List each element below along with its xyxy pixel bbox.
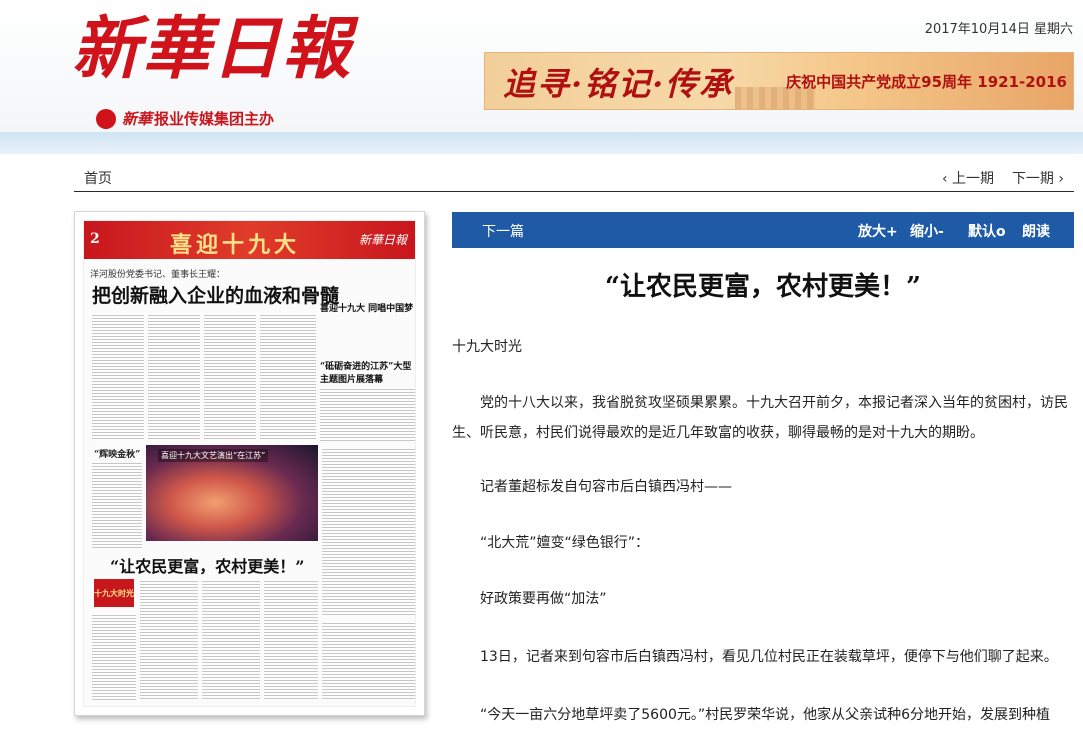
page-logo: 新華日報 (358, 233, 407, 247)
page-section-title: 喜迎十九大 (170, 232, 301, 258)
next-issue-link[interactable]: 下一期 › (1012, 168, 1064, 188)
header-stripe (0, 132, 1083, 154)
photo-caption: 喜迎十九大文艺演出“在江苏” (158, 449, 269, 462)
text-column (322, 621, 415, 701)
read-aloud-button[interactable]: 朗读 (1022, 221, 1050, 241)
news-photo[interactable]: 喜迎十九大文艺演出“在江苏” (146, 445, 318, 541)
publisher-text: 报业传媒集团主办 (154, 110, 275, 128)
text-column (92, 313, 144, 441)
banner-slogan: 追寻·铭记·传承 (503, 65, 734, 103)
anniversary-banner[interactable]: 追寻·铭记·传承 庆祝中国共产党成立95周年 1921-2016 (484, 52, 1074, 110)
section-badge: 十九大时光 (94, 579, 134, 607)
article-paragraph: 十九大时光 (452, 339, 522, 355)
article-subheading[interactable]: 洋河股份党委书记、董事长王耀： (90, 267, 225, 280)
article-headline-link[interactable]: 把创新融入企业的血液和骨髓 (92, 281, 339, 308)
site-logo[interactable]: 新華日報 (72, 4, 352, 94)
article-paragraph: 好政策要再做“加法” (452, 591, 607, 607)
banner-anniversary: 庆祝中国共产党成立95周年 1921-2016 (786, 73, 1067, 91)
newspaper-page: 2 喜迎十九大 新華日報 洋河股份党委书记、董事长王耀： 把创新融入企业的血液和… (83, 220, 416, 707)
home-link[interactable]: 首页 (84, 168, 112, 188)
text-column (140, 579, 198, 701)
article-paragraph: “北大荒”嬗变“绿色银行”： (452, 535, 650, 551)
publisher-brand: 新華 (122, 110, 153, 128)
publisher-line: 新華 报业传媒集团主办 (96, 108, 274, 129)
site-header: 新華日報 新華 报业传媒集团主办 2017年10月14日 星期六 追寻·铭记·传… (0, 0, 1083, 132)
newspaper-page-thumbnail[interactable]: 2 喜迎十九大 新華日報 洋河股份党委书记、董事长王耀： 把创新融入企业的血液和… (74, 211, 425, 716)
photo-section-label: “辉映金秋” (94, 450, 141, 460)
right-headline-link[interactable]: 喜迎十九大 同唱中国梦 (320, 301, 415, 314)
issue-nav-bar: 首页 ‹ 上一期 下一期 › (74, 160, 1074, 192)
page-number: 2 (90, 231, 100, 247)
text-column (204, 313, 256, 441)
zoom-in-button[interactable]: 放大+ (858, 221, 898, 241)
article-paragraph: 13日，记者来到句容市后白镇西冯村，看见几位村民正在装载草坪，便停下与他们聊了起… (452, 649, 1058, 665)
text-column (264, 579, 318, 701)
article-toolbar: 下一篇 放大+ 缩小- 默认o 朗读 (452, 212, 1074, 248)
article-paragraph: 记者董超标发自句容市后白镇西冯村—— (452, 479, 732, 495)
article-paragraph: “今天一亩六分地草坪卖了5600元。”村民罗荣华说，他家从父亲试种6分地开始，发… (452, 707, 1051, 723)
next-article-button[interactable]: 下一篇 (482, 221, 524, 241)
page-masthead: 2 喜迎十九大 新華日報 (84, 221, 415, 259)
zoom-out-button[interactable]: 缩小- (910, 221, 944, 241)
text-column (322, 447, 415, 617)
article-title: “让农民更富，农村更美！” (605, 272, 921, 302)
text-column (320, 387, 415, 441)
prev-issue-link[interactable]: ‹ 上一期 (942, 168, 994, 188)
publisher-seal-icon (96, 108, 116, 129)
text-column (148, 313, 200, 441)
text-column (202, 579, 260, 701)
right-headline-2-link[interactable]: “砥砺奋进的江苏”大型主题图片展落幕 (320, 359, 415, 385)
second-headline-link[interactable]: “让农民更富，农村更美！” (110, 553, 304, 577)
issue-date: 2017年10月14日 星期六 (924, 22, 1073, 37)
text-column (260, 313, 316, 441)
text-column (92, 461, 142, 549)
article-paragraph: 党的十八大以来，我省脱贫攻坚硕果累累。十九大召开前夕，本报记者深入当年的贫困村，… (452, 395, 1068, 441)
default-size-button[interactable]: 默认o (968, 221, 1006, 241)
text-column (92, 613, 136, 701)
